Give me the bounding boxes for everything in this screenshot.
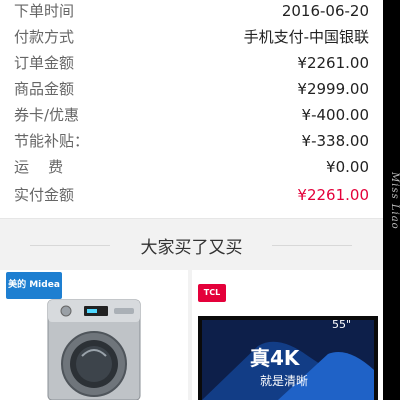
order-row-goods-amount: 商品金额 ¥2999.00 <box>0 76 383 102</box>
tcl-logo: TCL <box>198 284 226 302</box>
order-row-subsidy: 节能补贴： ¥-338.00 <box>0 128 383 154</box>
recommend-products: 美的 Midea TCL 55" 真4K 就是清晰 <box>0 270 383 400</box>
tv-size-label: 55" <box>332 318 352 331</box>
order-row-label: 商品金额 <box>14 80 75 98</box>
order-row-payment: 付款方式 手机支付-中国银联 <box>0 24 383 50</box>
watermark-text: Miss Liao <box>389 172 400 230</box>
order-row-label: 订单金额 <box>14 54 75 72</box>
tv-headline: 真4K <box>250 346 300 370</box>
order-detail-screen: 下单时间 2016-06-20 付款方式 手机支付-中国银联 订单金额 ¥226… <box>0 0 383 400</box>
tv-tagline: 就是清晰 <box>260 374 309 388</box>
order-row-label: 运 费 <box>14 158 64 176</box>
order-row-value: ¥-400.00 <box>301 106 369 124</box>
product-card-tv[interactable]: TCL 55" 真4K 就是清晰 <box>192 270 383 400</box>
order-row-coupon: 券卡/优惠 ¥-400.00 <box>0 102 383 128</box>
order-row-value: ¥2261.00 <box>297 54 369 72</box>
order-row-paid-amount: 实付金额 ¥2261.00 <box>0 182 383 208</box>
order-row-label: 券卡/优惠 <box>14 106 80 124</box>
divider <box>272 245 352 246</box>
washing-machine-image <box>47 299 141 400</box>
order-row-value: ¥2999.00 <box>297 80 369 98</box>
recommend-header: 大家买了又买 <box>0 218 383 270</box>
order-row-value: 手机支付-中国银联 <box>243 28 369 46</box>
order-row-time: 下单时间 2016-06-20 <box>0 0 383 24</box>
midea-logo: 美的 Midea <box>6 272 62 299</box>
order-row-label: 节能补贴： <box>14 132 90 150</box>
paid-amount-value: ¥2261.00 <box>297 186 369 204</box>
order-row-shipping: 运 费 ¥0.00 <box>0 154 383 180</box>
order-summary: 下单时间 2016-06-20 付款方式 手机支付-中国银联 订单金额 ¥226… <box>0 0 383 218</box>
order-row-value: ¥0.00 <box>326 158 369 176</box>
order-row-value: 2016-06-20 <box>281 2 369 20</box>
order-row-order-amount: 订单金额 ¥2261.00 <box>0 50 383 76</box>
order-row-label: 实付金额 <box>14 186 75 204</box>
order-row-label: 下单时间 <box>14 2 75 20</box>
order-row-value: ¥-338.00 <box>301 132 369 150</box>
order-row-label: 付款方式 <box>14 28 75 46</box>
product-card-washer[interactable]: 美的 Midea <box>0 270 188 400</box>
